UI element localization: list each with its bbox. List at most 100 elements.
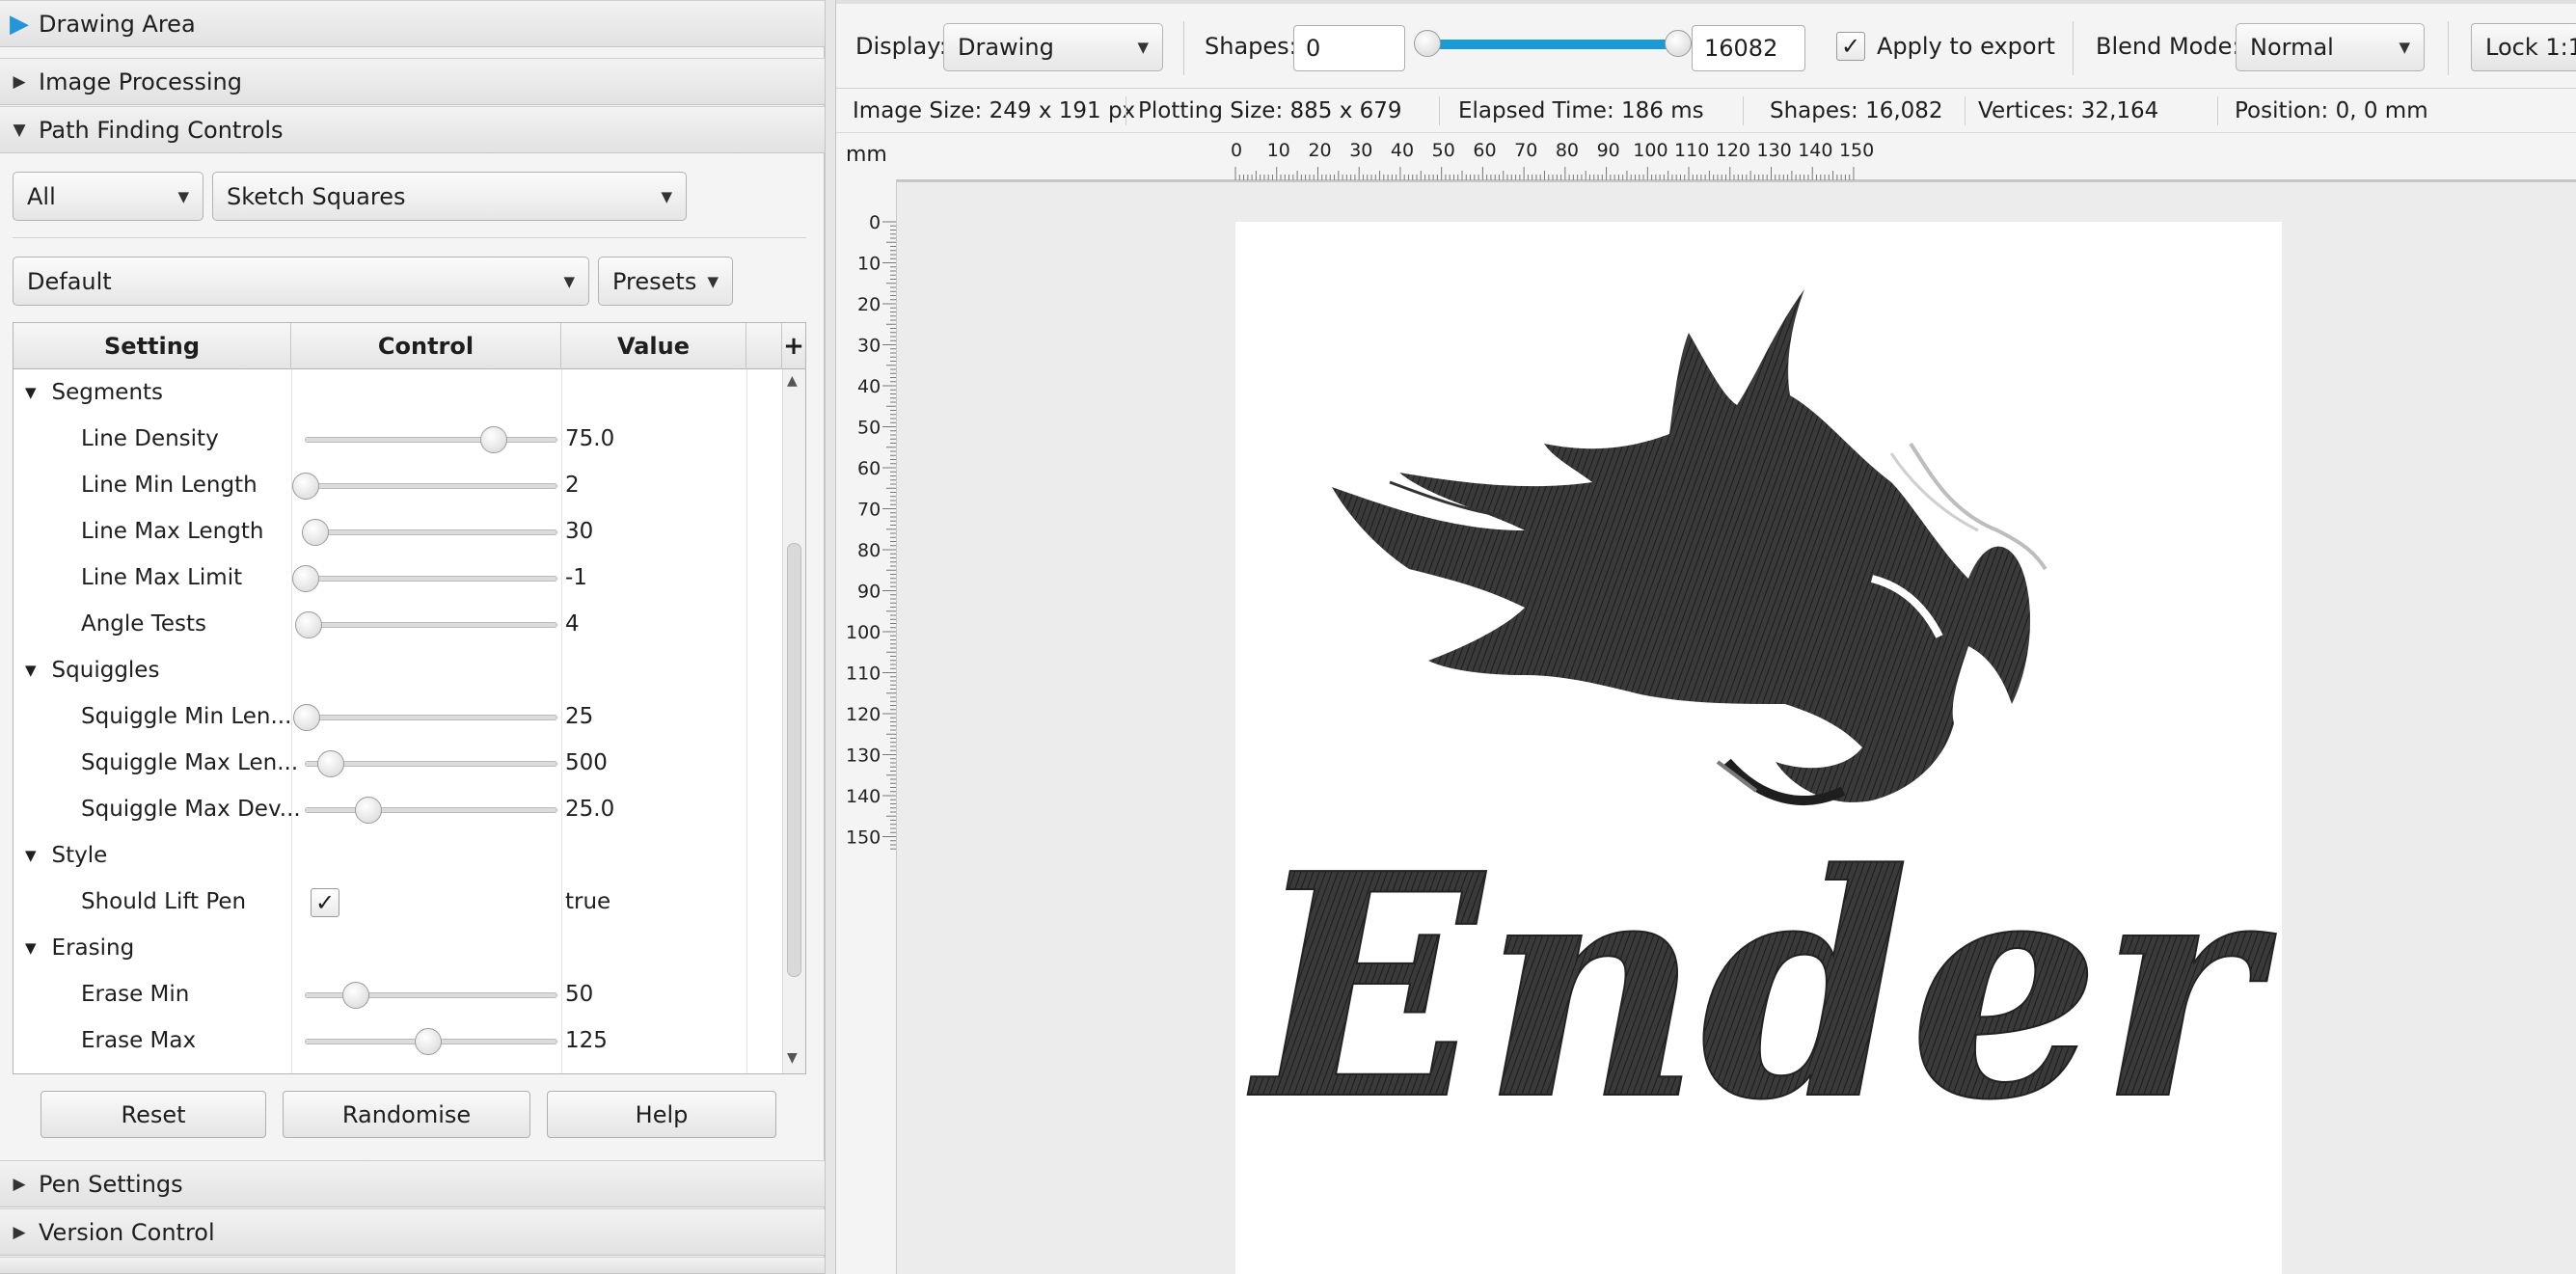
ruler-tick-label: 80 [857,540,881,561]
setting-row[interactable]: Line Density 75.0 [14,416,777,462]
scrollbar-thumb[interactable] [787,543,801,977]
display-combo[interactable]: Drawing ▼ [943,23,1163,71]
column-header-setting[interactable]: Setting [14,323,291,369]
setting-slider[interactable] [305,426,557,453]
add-column-icon[interactable]: + [782,323,805,369]
slider-thumb[interactable] [342,982,369,1009]
range-low-thumb[interactable] [1414,30,1441,57]
ruler-tick-label: 110 [846,664,881,685]
column-header-value[interactable]: Value [561,323,746,369]
split-pane-divider[interactable] [825,0,836,1274]
category-row[interactable]: ▼ Segments [14,369,777,416]
lock-ratio-button[interactable]: Lock 1:1 [2471,23,2576,71]
setting-value[interactable]: 500 [565,740,608,786]
setting-value[interactable]: 4 [565,601,580,647]
ruler-tick-label: 20 [1308,140,1331,161]
category-row[interactable]: ▼ Style [14,832,777,879]
slider-thumb[interactable] [480,426,507,453]
table-scrollbar[interactable]: ▲ ▼ [782,369,805,1073]
help-button[interactable]: Help [547,1091,776,1138]
column-header-control[interactable]: Control [291,323,561,369]
setting-value[interactable]: 2 [565,462,580,508]
setting-value[interactable]: 75.0 [565,416,614,462]
scroll-up-icon[interactable]: ▲ [787,373,798,389]
setting-row[interactable]: Line Max Limit -1 [14,555,777,601]
pfm-combo[interactable]: Sketch Squares ▼ [212,172,687,221]
category-row[interactable]: ▼ Erasing [14,925,777,971]
presets-menu-button[interactable]: Presets ▼ [598,257,733,306]
slider-thumb[interactable] [294,611,322,638]
preset-combo-value: Default [27,267,112,295]
setting-row[interactable]: Squiggle Max Len... 500 [14,740,777,786]
expanded-triangle-icon: ▼ [25,847,37,864]
category-row[interactable]: ▼ Squiggles [14,647,777,693]
setting-value[interactable]: true [565,879,610,925]
setting-slider[interactable] [292,473,557,500]
check-icon: ✓ [314,889,336,916]
slider-thumb[interactable] [292,565,319,592]
slider-thumb[interactable] [355,797,382,824]
setting-slider[interactable] [302,519,557,546]
apply-to-export-checkbox[interactable]: ✓ Apply to export [1836,25,2055,68]
range-high-thumb[interactable] [1665,30,1692,57]
setting-slider[interactable] [292,565,557,592]
pfm-combo-value: Sketch Squares [227,182,406,210]
section-label: Version Control [39,1218,215,1246]
ruler-tick-label: 50 [857,418,881,439]
section-pen-settings[interactable]: ▶ Pen Settings [0,1160,825,1207]
setting-row[interactable]: Squiggle Max Dev... 25.0 [14,786,777,832]
slider-thumb[interactable] [302,519,330,546]
blend-mode-label: Blend Mode: [2096,33,2240,60]
status-separator [2217,96,2218,125]
setting-row[interactable]: Angle Tests 4 [14,601,777,647]
setting-slider[interactable] [305,982,557,1009]
setting-slider[interactable] [305,1028,557,1055]
section-image-processing[interactable]: ▶ Image Processing [0,58,825,105]
randomise-button[interactable]: Randomise [283,1091,530,1138]
scroll-down-icon[interactable]: ▼ [787,1050,798,1066]
slider-thumb[interactable] [317,750,344,777]
setting-row[interactable]: Line Max Length 30 [14,508,777,555]
filter-combo[interactable]: All ▼ [13,172,203,221]
setting-value[interactable]: 30 [565,508,593,555]
setting-slider[interactable] [293,704,557,731]
setting-row[interactable]: Erase Min 50 [14,971,777,1017]
section-drawing-area[interactable]: ▶ Drawing Area [0,0,825,47]
setting-checkbox[interactable]: ✓ [311,888,339,917]
slider-thumb[interactable] [415,1028,443,1055]
setting-row[interactable]: Line Min Length 2 [14,462,777,508]
slider-thumb[interactable] [293,704,321,731]
plotting-size-text: Plotting Size: 885 x 679 [1138,98,1402,123]
section-next-partial[interactable] [0,1257,825,1274]
setting-row[interactable]: Squiggle Min Len... 25 [14,693,777,740]
ruler-tick-label: 40 [857,376,881,397]
setting-value[interactable]: 125 [565,1017,608,1064]
preset-combo[interactable]: Default ▼ [13,257,589,306]
shapes-max-input[interactable]: 16082 [1692,25,1805,71]
reset-button[interactable]: Reset [41,1091,266,1138]
collapsed-triangle-icon: ▶ [13,71,26,92]
toolbar-separator [1183,21,1184,75]
section-version-control[interactable]: ▶ Version Control [0,1208,825,1256]
setting-label: Should Lift Pen [81,889,247,914]
chevron-down-icon: ▼ [661,187,672,205]
shapes-range-slider[interactable] [1414,30,1692,57]
setting-label: Angle Tests [81,611,207,637]
ruler-tick-label: 0 [869,212,881,233]
setting-row[interactable]: Erase Max 125 [14,1017,777,1064]
setting-value[interactable]: 25 [565,693,593,740]
ruler-tick-label: 0 [1231,140,1242,161]
slider-thumb[interactable] [292,473,319,500]
setting-row[interactable]: Should Lift Pen ✓ true [14,879,777,925]
setting-value[interactable]: 50 [565,971,593,1017]
setting-slider[interactable] [305,750,557,777]
blend-mode-combo[interactable]: Normal ▼ [2236,23,2425,71]
section-path-finding-controls[interactable]: ▼ Path Finding Controls [0,106,825,153]
setting-value[interactable]: -1 [565,555,587,601]
setting-slider[interactable] [305,797,557,824]
setting-slider[interactable] [294,611,557,638]
shapes-min-input[interactable]: 0 [1293,25,1405,71]
category-cell: ▼ Erasing [25,925,134,971]
setting-value[interactable]: 25.0 [565,786,614,832]
status-separator [1439,96,1440,125]
